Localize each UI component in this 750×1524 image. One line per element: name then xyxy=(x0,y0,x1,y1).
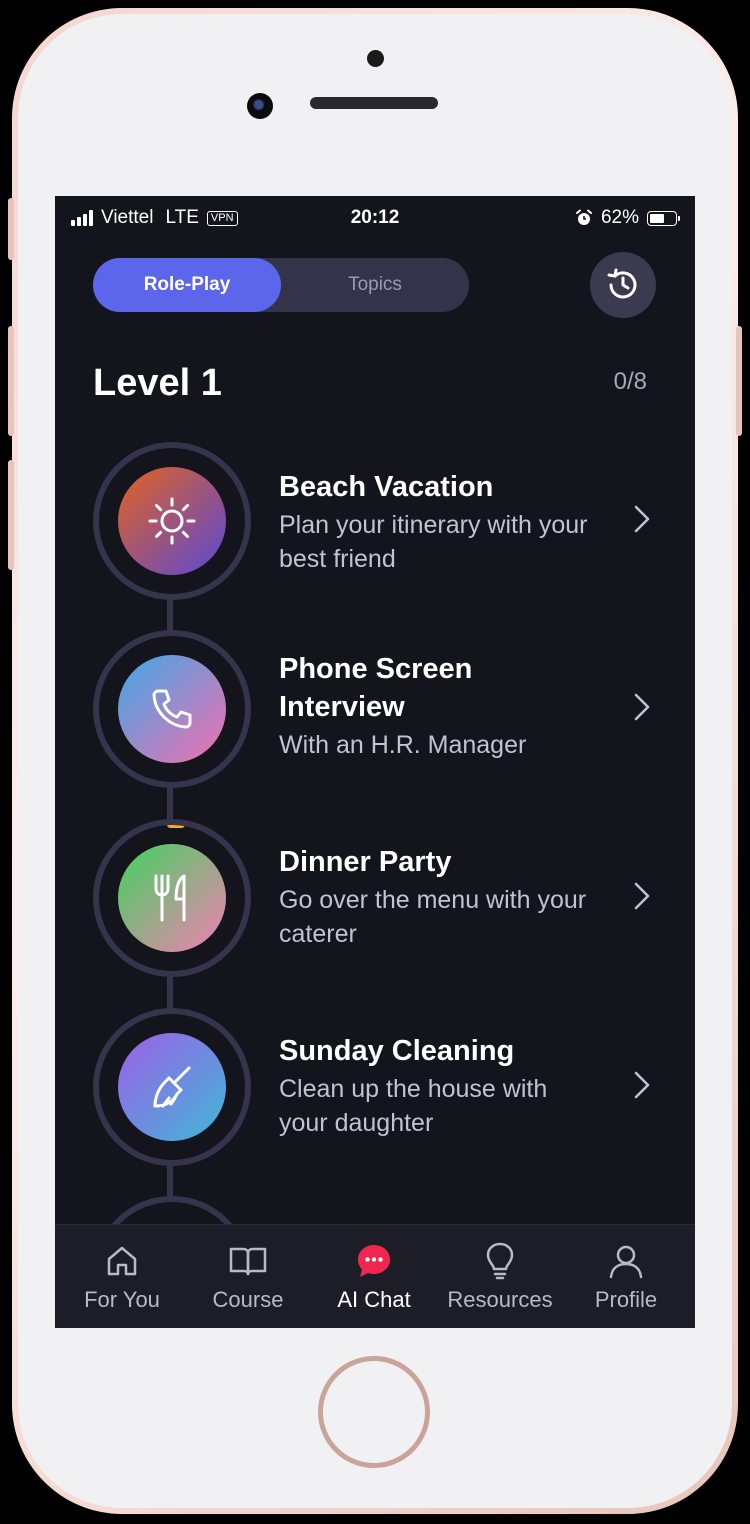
user-icon xyxy=(609,1245,643,1279)
home-button[interactable] xyxy=(318,1356,430,1468)
tab-role-play[interactable]: Role-Play xyxy=(93,258,281,312)
chevron-right-icon xyxy=(634,1071,650,1099)
lesson-item[interactable]: Sunday Cleaning Clean up the house with … xyxy=(55,1008,695,1168)
lesson-subtitle: Go over the menu with your caterer xyxy=(279,886,587,948)
proximity-sensor xyxy=(367,50,384,67)
phone-icon xyxy=(152,689,192,729)
tab-resources[interactable]: Resources xyxy=(436,1225,564,1328)
tab-ai-chat[interactable]: AI Chat xyxy=(310,1225,438,1328)
lightbulb-icon xyxy=(486,1242,514,1280)
tab-label: Resources xyxy=(447,1287,553,1312)
battery-percent: 62% xyxy=(600,207,639,228)
status-bar: Viettel LTE VPN 20:12 62% xyxy=(55,196,695,240)
chevron-right-icon xyxy=(634,693,650,721)
lesson-item[interactable]: Beach Vacation Plan your itinerary with … xyxy=(55,442,695,602)
lesson-title: Sunday Cleaning xyxy=(279,1035,515,1067)
lesson-badge xyxy=(118,844,226,952)
front-camera xyxy=(247,93,273,119)
tab-for-you[interactable]: For You xyxy=(58,1225,186,1328)
fork-knife-icon xyxy=(154,874,186,922)
level-title: Level 1 xyxy=(93,362,222,404)
tab-topics[interactable]: Topics xyxy=(281,258,469,312)
lesson-subtitle: Plan your itinerary with your best frien… xyxy=(279,511,588,573)
lesson-badge xyxy=(118,1033,226,1141)
battery-icon xyxy=(647,210,680,226)
lesson-badge xyxy=(118,467,226,575)
history-icon xyxy=(607,268,637,299)
volume-down-button xyxy=(8,460,14,570)
lesson-badge xyxy=(118,655,226,763)
home-icon xyxy=(107,1246,137,1276)
chevron-right-icon xyxy=(634,505,650,533)
mute-switch xyxy=(8,198,14,260)
bottom-tab-bar: For You Course AI Chat Resources Profile xyxy=(55,1224,695,1328)
lesson-item[interactable]: Phone Screen Interview With an H.R. Mana… xyxy=(55,630,695,790)
level-progress: 0/8 xyxy=(613,368,647,395)
mode-switch: Role-Play Topics xyxy=(93,258,469,312)
earpiece-speaker xyxy=(310,97,438,109)
sun-icon xyxy=(148,497,196,545)
lesson-title: Beach Vacation xyxy=(279,471,494,503)
power-button xyxy=(736,326,742,436)
lesson-title: Dinner Party xyxy=(279,846,452,878)
book-icon xyxy=(229,1247,267,1276)
lesson-title: Phone Screen Interview xyxy=(279,653,473,723)
app-screen: Viettel LTE VPN 20:12 62% Role-Play Topi… xyxy=(55,196,695,1328)
lesson-subtitle: Clean up the house with your daughter xyxy=(279,1075,548,1137)
broom-icon xyxy=(153,1066,191,1108)
volume-up-button xyxy=(8,326,14,436)
tab-label: AI Chat xyxy=(337,1287,411,1312)
chat-icon xyxy=(358,1245,390,1277)
tab-label: Profile xyxy=(594,1287,658,1312)
tab-course[interactable]: Course xyxy=(184,1225,312,1328)
tab-label: For You xyxy=(84,1287,160,1312)
lesson-subtitle: With an H.R. Manager xyxy=(279,731,527,759)
tab-profile[interactable]: Profile xyxy=(562,1225,690,1328)
alarm-icon xyxy=(575,209,592,225)
lesson-item[interactable]: Dinner Party Go over the menu with your … xyxy=(55,819,695,979)
chevron-right-icon xyxy=(634,882,650,910)
tab-label: Course xyxy=(212,1287,284,1312)
history-button[interactable] xyxy=(590,252,656,318)
